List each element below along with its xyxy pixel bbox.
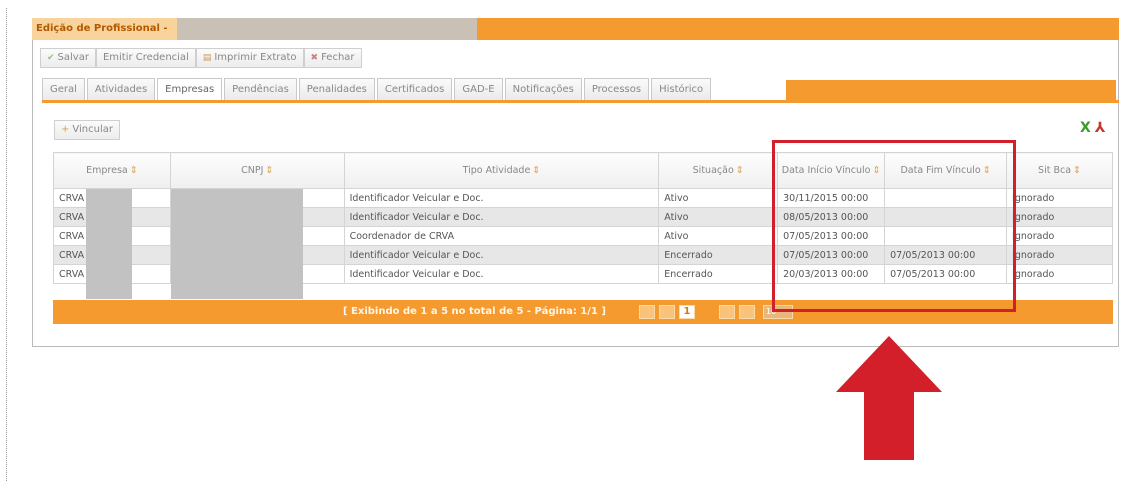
column-label: Empresa [86,165,128,176]
window-title: Edição de Profissional - [32,18,177,40]
cell-situacao: Encerrado [658,245,779,265]
cell-situacao: Encerrado [658,264,779,284]
cell-situacao: Ativo [658,188,779,208]
link-company-button[interactable]: + Vincular [54,120,120,140]
save-label: Salvar [57,52,89,63]
close-button[interactable]: ✖ Fechar [303,48,362,68]
column-header-sit-bca[interactable]: Sit Bca ⇕ [1006,152,1113,189]
red-arrow-annotation [836,336,942,460]
tab-bar: Geral Atividades Empresas Pendências Pen… [42,78,812,102]
first-page-icon[interactable] [639,305,655,319]
sort-icon: ⇕ [1073,165,1081,176]
cell-tipo-atividade: Identificador Veicular e Doc. [343,207,660,227]
tab-empresas[interactable]: Empresas [157,78,223,102]
arrow-up-icon [836,336,942,460]
tab-penalidades[interactable]: Penalidades [298,78,375,102]
tab-historico[interactable]: Histórico [651,78,712,102]
close-label: Fechar [321,52,355,63]
window-title-bar: Edição de Profissional - [32,18,1119,40]
cell-situacao: Ativo [658,226,779,246]
tab-certificados[interactable]: Certificados [376,78,453,102]
cell-tipo-atividade: Identificador Veicular e Doc. [343,264,660,284]
sort-icon: ⇕ [265,165,274,176]
tab-atividades[interactable]: Atividades [86,78,156,102]
cell-situacao: Ativo [658,207,779,227]
print-statement-label: Imprimir Extrato [214,52,297,63]
cell-sit-bca: Ignorado [1006,245,1113,265]
cnpj-redaction [171,189,303,299]
cell-tipo-atividade: Identificador Veicular e Doc. [343,188,660,208]
column-header-situacao[interactable]: Situação ⇕ [658,152,779,189]
title-redaction [177,18,477,40]
sort-icon: ⇕ [735,165,744,176]
column-label: Sit Bca [1038,165,1072,176]
print-statement-button[interactable]: ▤ Imprimir Extrato [195,48,304,68]
export-icons: X ⅄ [1080,120,1105,136]
plus-icon: + [61,124,70,135]
column-header-empresa[interactable]: Empresa ⇕ [53,152,171,189]
cell-sit-bca: Ignorado [1006,226,1113,246]
last-page-icon[interactable] [739,305,755,319]
emit-credential-button[interactable]: Emitir Credencial [95,48,196,68]
printer-icon: ▤ [202,53,212,63]
cell-tipo-atividade: Identificador Veicular e Doc. [343,245,660,265]
cell-tipo-atividade: Coordenador de CRVA [343,226,660,246]
toolbar: ✔ Salvar Emitir Credencial ▤ Imprimir Extr… [40,48,362,68]
save-button[interactable]: ✔ Salvar [40,48,96,68]
sort-icon: ⇕ [532,165,541,176]
left-divider [6,8,8,481]
tab-notificacoes[interactable]: Notificações [504,78,582,102]
empresa-redaction [86,189,132,299]
column-label: Tipo Atividade [462,165,531,176]
tab-processos[interactable]: Processos [583,78,650,102]
cell-sit-bca: Ignorado [1006,264,1113,284]
tab-gad-e[interactable]: GAD-E [454,78,503,102]
current-page[interactable]: 1 [679,305,695,319]
tab-pendencias[interactable]: Pendências [224,78,297,102]
tab-strip-fill [786,80,1116,102]
check-icon: ✔ [47,53,55,63]
pdf-export-icon[interactable]: ⅄ [1095,120,1106,136]
column-label: Situação [692,165,734,176]
emit-credential-label: Emitir Credencial [102,52,189,63]
link-company-label: Vincular [72,124,113,135]
column-label: CNPJ [241,165,264,176]
pagination-summary: [ Exibindo de 1 a 5 no total de 5 - Pági… [343,306,606,317]
previous-page-icon[interactable] [659,305,675,319]
column-header-cnpj[interactable]: CNPJ ⇕ [169,152,345,189]
close-icon: ✖ [310,53,319,63]
cell-sit-bca: Ignorado [1006,207,1113,227]
column-header-tipo-atividade[interactable]: Tipo Atividade ⇕ [343,152,660,189]
tab-geral[interactable]: Geral [42,78,85,102]
excel-export-icon[interactable]: X [1080,120,1091,136]
highlight-box [772,140,1016,312]
cell-sit-bca: Ignorado [1006,188,1113,208]
sort-icon: ⇕ [129,165,138,176]
tab-underline [42,100,1119,103]
next-page-icon[interactable] [719,305,735,319]
